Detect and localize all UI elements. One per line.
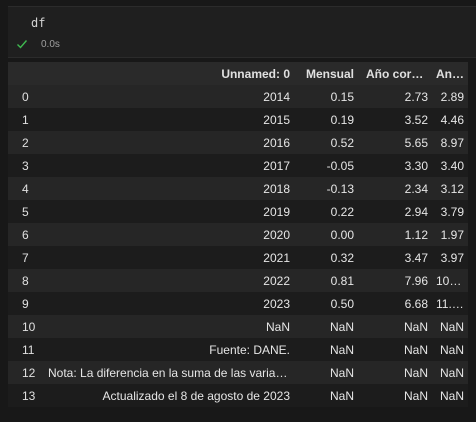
- cell-unnamed: 2017: [42, 154, 296, 177]
- table-row: 2 2016 0.52 5.65 8.97: [8, 131, 468, 154]
- table-row: 5 2019 0.22 2.94 3.79: [8, 200, 468, 223]
- row-index: 4: [8, 177, 42, 200]
- check-icon: [17, 40, 28, 49]
- table-row: 7 2021 0.32 3.47 3.97: [8, 246, 468, 269]
- code-cell[interactable]: df 0.0s: [8, 6, 476, 58]
- cell-anual: 1.97: [434, 223, 468, 246]
- code-editor[interactable]: df: [31, 16, 45, 30]
- cell-anual: 2.89: [434, 85, 468, 108]
- cell-anual: NaN: [434, 361, 468, 384]
- row-index: 2: [8, 131, 42, 154]
- cell-mensual: NaN: [296, 338, 360, 361]
- row-index: 11: [8, 338, 42, 361]
- cell-ano-corrido: 2.34: [360, 177, 434, 200]
- cell-ano-corrido: NaN: [360, 361, 434, 384]
- cell-anual: 8.97: [434, 131, 468, 154]
- cell-mensual: -0.13: [296, 177, 360, 200]
- cell-unnamed: Nota: La diferencia en la suma de las va…: [42, 361, 296, 384]
- column-header-unnamed: Unnamed: 0: [42, 62, 296, 85]
- cell-ano-corrido: NaN: [360, 384, 434, 407]
- column-header-index: [8, 62, 42, 85]
- cell-unnamed: 2019: [42, 200, 296, 223]
- cell-unnamed: 2018: [42, 177, 296, 200]
- cell-anual: 3.40: [434, 154, 468, 177]
- row-index: 5: [8, 200, 42, 223]
- cell-ano-corrido: 7.96: [360, 269, 434, 292]
- row-index: 10: [8, 315, 42, 338]
- table-row: 4 2018 -0.13 2.34 3.12: [8, 177, 468, 200]
- row-index: 12: [8, 361, 42, 384]
- execution-status: 0.0s: [16, 38, 60, 50]
- cell-anual: 11.78: [434, 292, 468, 315]
- cell-mensual: 0.32: [296, 246, 360, 269]
- cell-mensual: 0.00: [296, 223, 360, 246]
- row-index: 0: [8, 85, 42, 108]
- cell-ano-corrido: NaN: [360, 338, 434, 361]
- table-row: 8 2022 0.81 7.96 10.21: [8, 269, 468, 292]
- cell-ano-corrido: 1.12: [360, 223, 434, 246]
- table-row: 9 2023 0.50 6.68 11.78: [8, 292, 468, 315]
- cell-mensual: -0.05: [296, 154, 360, 177]
- cell-ano-corrido: NaN: [360, 315, 434, 338]
- cell-mensual: 0.22: [296, 200, 360, 223]
- cell-ano-corrido: 3.30: [360, 154, 434, 177]
- cell-ano-corrido: 2.73: [360, 85, 434, 108]
- row-index: 13: [8, 384, 42, 407]
- cell-anual: 10.21: [434, 269, 468, 292]
- cell-unnamed: 2021: [42, 246, 296, 269]
- cell-ano-corrido: 6.68: [360, 292, 434, 315]
- cell-anual: NaN: [434, 384, 468, 407]
- cell-unnamed: NaN: [42, 315, 296, 338]
- cell-output: Unnamed: 0 Mensual Año corrido Anual 0 20…: [8, 62, 468, 407]
- cell-mensual: 0.15: [296, 85, 360, 108]
- column-header-ano-corrido: Año corrido: [360, 62, 434, 85]
- table-row: 1 2015 0.19 3.52 4.46: [8, 108, 468, 131]
- cell-anual: NaN: [434, 338, 468, 361]
- cell-anual: 3.12: [434, 177, 468, 200]
- row-index: 8: [8, 269, 42, 292]
- table-row: 10 NaN NaN NaN NaN: [8, 315, 468, 338]
- cell-anual: NaN: [434, 315, 468, 338]
- cell-anual: 3.79: [434, 200, 468, 223]
- row-index: 7: [8, 246, 42, 269]
- cell-unnamed: 2022: [42, 269, 296, 292]
- cell-ano-corrido: 3.52: [360, 108, 434, 131]
- table-header-row: Unnamed: 0 Mensual Año corrido Anual: [8, 62, 468, 85]
- cell-unnamed: 2014: [42, 85, 296, 108]
- cell-mensual: NaN: [296, 361, 360, 384]
- table-row: 11 Fuente: DANE. NaN NaN NaN: [8, 338, 468, 361]
- execution-time: 0.0s: [41, 38, 60, 50]
- cell-unnamed: 2020: [42, 223, 296, 246]
- dataframe-table: Unnamed: 0 Mensual Año corrido Anual 0 20…: [8, 62, 468, 407]
- cell-unnamed: Fuente: DANE.: [42, 338, 296, 361]
- table-row: 6 2020 0.00 1.12 1.97: [8, 223, 468, 246]
- cell-unnamed: 2023: [42, 292, 296, 315]
- column-header-anual: Anual: [434, 62, 468, 85]
- row-index: 1: [8, 108, 42, 131]
- cell-mensual: 0.81: [296, 269, 360, 292]
- cell-anual: 3.97: [434, 246, 468, 269]
- row-index: 3: [8, 154, 42, 177]
- row-index: 6: [8, 223, 42, 246]
- table-row: 12 Nota: La diferencia en la suma de las …: [8, 361, 468, 384]
- cell-mensual: NaN: [296, 315, 360, 338]
- row-index: 9: [8, 292, 42, 315]
- cell-unnamed: 2016: [42, 131, 296, 154]
- table-row: 0 2014 0.15 2.73 2.89: [8, 85, 468, 108]
- table-row: 3 2017 -0.05 3.30 3.40: [8, 154, 468, 177]
- cell-unnamed: 2015: [42, 108, 296, 131]
- cell-mensual: 0.52: [296, 131, 360, 154]
- column-header-mensual: Mensual: [296, 62, 360, 85]
- cell-anual: 4.46: [434, 108, 468, 131]
- cell-ano-corrido: 5.65: [360, 131, 434, 154]
- cell-mensual: 0.50: [296, 292, 360, 315]
- cell-unnamed: Actualizado el 8 de agosto de 2023: [42, 384, 296, 407]
- cell-ano-corrido: 2.94: [360, 200, 434, 223]
- cell-mensual: NaN: [296, 384, 360, 407]
- cell-mensual: 0.19: [296, 108, 360, 131]
- cell-ano-corrido: 3.47: [360, 246, 434, 269]
- table-row: 13 Actualizado el 8 de agosto de 2023 NaN N…: [8, 384, 468, 407]
